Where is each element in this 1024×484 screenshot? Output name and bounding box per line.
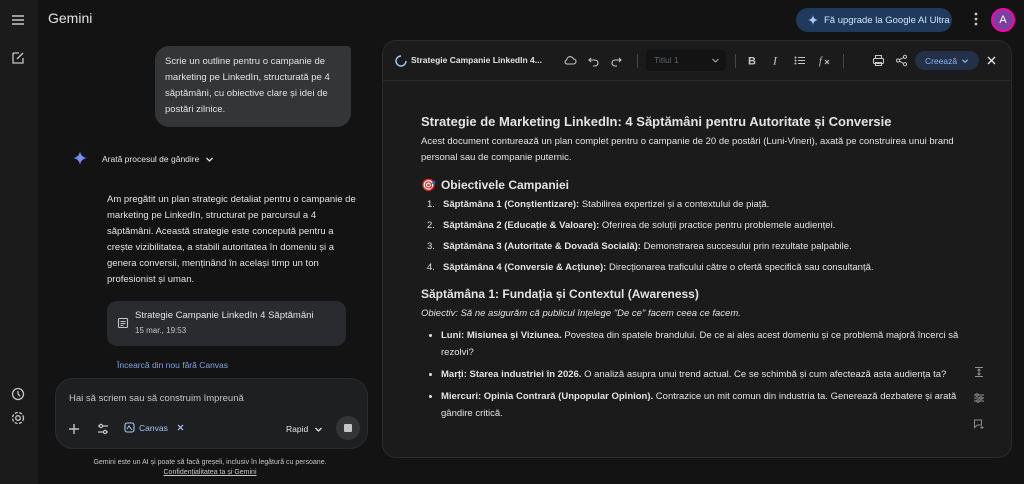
gemini-sparkle-icon (73, 151, 87, 165)
left-rail (0, 0, 38, 484)
stop-button[interactable] (336, 416, 360, 440)
svg-text:f: f (819, 56, 823, 67)
more-options-icon[interactable] (970, 11, 982, 27)
week1-heading: Săptămâna 1: Fundația și Contextul (Awar… (421, 287, 699, 301)
redo-icon[interactable] (610, 54, 623, 67)
canvas-panel: Strategie Campanie LinkedIn 4... Titlul … (382, 40, 1012, 458)
close-canvas-icon[interactable] (985, 54, 998, 67)
objectives-title: Obiectivele Campaniei (440, 178, 570, 192)
week1-objective: Obiectiv: Să ne asigurăm că publicul înț… (421, 308, 741, 319)
chevron-down-icon (206, 157, 214, 162)
adjust-tone-icon[interactable] (973, 392, 985, 404)
avatar[interactable]: A (991, 8, 1015, 32)
document-title: Strategie de Marketing LinkedIn: 4 Săptă… (421, 114, 892, 129)
objectives-heading: 🎯 Obiectivele Campaniei (421, 176, 961, 194)
stop-icon (344, 424, 352, 432)
sparkle-icon (808, 15, 818, 25)
prompt-input[interactable]: Hai să scriem sau să construim împreună (69, 393, 244, 404)
print-icon[interactable] (872, 54, 885, 67)
text-style-select[interactable]: Titlul 1 (646, 50, 726, 71)
chevron-down-icon (711, 56, 720, 65)
document-icon (117, 317, 129, 329)
canvas-title: Strategie Campanie LinkedIn 4... (411, 55, 542, 65)
edit-length-icon[interactable] (973, 366, 985, 378)
create-label: Creează (925, 55, 958, 66)
tools-icon[interactable] (96, 422, 110, 436)
svg-text:B: B (748, 56, 756, 68)
undo-icon[interactable] (587, 54, 600, 67)
settings-icon[interactable] (10, 410, 26, 426)
show-thinking-toggle[interactable]: Arată procesul de gândire (102, 154, 214, 164)
upgrade-label: Fă upgrade la Google AI Ultra (824, 14, 950, 26)
chevron-down-icon (962, 58, 969, 63)
close-icon[interactable] (176, 423, 185, 432)
retry-without-canvas-link[interactable]: Încearcă din nou fără Canvas (117, 360, 228, 370)
create-button[interactable]: Creează (915, 51, 979, 70)
canvas-toolbar: Strategie Campanie LinkedIn 4... Titlul … (383, 41, 1011, 81)
app-title[interactable]: Gemini (48, 10, 92, 26)
canvas-icon (124, 422, 135, 433)
document-card-date: 15 mar., 19:53 (135, 326, 187, 335)
chevron-down-icon (315, 427, 323, 432)
bold-icon[interactable]: B (745, 54, 758, 68)
prompt-composer: Hai să scriem sau să construim împreună … (55, 378, 368, 449)
plus-icon[interactable] (67, 422, 81, 436)
disclaimer: Gemini este un AI și poate să facă greșe… (40, 458, 380, 478)
list-item: 3. Săptămâna 3 (Autoritate & Dovadă Socia… (427, 241, 852, 252)
list-item: Marți: Starea industriei în 2026. O anal… (421, 366, 961, 383)
clear-formatting-icon[interactable]: f (818, 54, 831, 67)
italic-icon[interactable]: I (769, 54, 782, 67)
disclaimer-text: Gemini este un AI și poate să facă greșe… (93, 459, 327, 466)
target-icon: 🎯 (421, 178, 436, 192)
history-icon[interactable] (10, 386, 26, 402)
new-chat-icon[interactable] (10, 50, 26, 66)
loading-spinner-icon (395, 55, 407, 67)
list-item: 1. Săptămâna 1 (Conștientizare): Stabilir… (427, 199, 770, 210)
menu-icon[interactable] (10, 12, 26, 28)
cloud-save-icon[interactable] (564, 54, 577, 67)
toolbar-divider (735, 54, 736, 68)
upgrade-button[interactable]: Fă upgrade la Google AI Ultra (796, 8, 952, 32)
assistant-answer: Am pregătit un plan strategic detaliat p… (107, 194, 356, 285)
canvas-chip[interactable]: Canvas (124, 422, 185, 433)
user-message: Scrie un outline pentru o campanie de ma… (155, 46, 351, 127)
list-item: 2. Săptămâna 2 (Educație & Valoare): Ofer… (427, 220, 836, 231)
document-card[interactable]: Strategie Campanie LinkedIn 4 Săptămâni … (107, 301, 346, 346)
canvas-chip-label: Canvas (139, 422, 168, 433)
canvas-document[interactable]: Strategie de Marketing LinkedIn: 4 Săptă… (421, 113, 961, 427)
document-side-tools (973, 366, 987, 444)
objectives-list: 1. Săptămâna 1 (Conștientizare): Stabilir… (421, 197, 961, 276)
model-selector[interactable]: Rapid (286, 424, 323, 434)
toolbar-divider (637, 54, 638, 68)
list-item: Miercuri: Opinia Contrară (Unpopular Opi… (421, 388, 961, 422)
list-item: 4. Săptămâna 4 (Conversie & Acțiune): Dir… (427, 262, 874, 273)
svg-text:I: I (772, 54, 778, 67)
share-icon[interactable] (895, 54, 908, 67)
document-intro: Acest document conturează un plan comple… (421, 136, 954, 163)
suggest-edits-icon[interactable] (973, 418, 985, 430)
text-style-value: Titlul 1 (654, 55, 679, 65)
model-label: Rapid (286, 424, 309, 434)
thinking-label: Arată procesul de gândire (102, 154, 200, 164)
privacy-link[interactable]: Confidențialitatea ta și Gemini (164, 469, 257, 476)
document-card-title: Strategie Campanie LinkedIn 4 Săptămâni (135, 310, 314, 321)
week1-days-list: Luni: Misiunea și Viziunea. Povestea din… (421, 327, 961, 422)
list-item: Luni: Misiunea și Viziunea. Povestea din… (421, 327, 961, 361)
toolbar-divider (843, 54, 844, 68)
bulleted-list-icon[interactable] (793, 54, 806, 67)
